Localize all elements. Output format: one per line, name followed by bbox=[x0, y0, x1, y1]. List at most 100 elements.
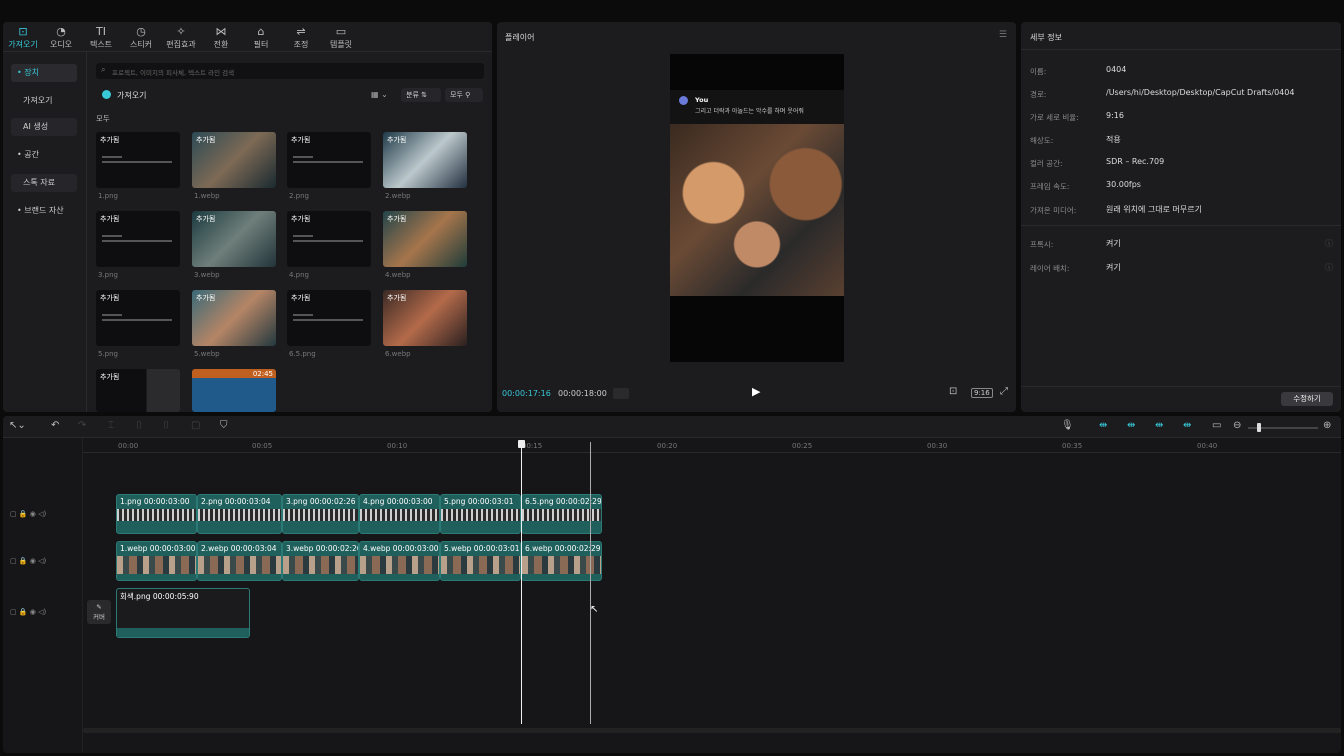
chat-bubble: You 그리고 더락과 아놀드는 악수를 하며 웃어줘 bbox=[670, 90, 844, 124]
tab-effects[interactable]: ✧ 편집효과 bbox=[161, 22, 201, 52]
main-track-icon[interactable]: ⇹ bbox=[1183, 420, 1191, 431]
timeline-clip[interactable]: 4.webp 00:00:03:00 bbox=[359, 541, 440, 581]
timeline-clip[interactable]: 4.png 00:00:03:00 bbox=[359, 494, 440, 534]
filter-icon: ⚲ bbox=[465, 91, 471, 99]
media-item[interactable]: 추가됨 bbox=[287, 132, 371, 188]
view-toggle-icon[interactable]: ▦ ⌄ bbox=[371, 90, 388, 99]
info-icon[interactable]: ⓘ bbox=[1325, 262, 1333, 273]
tab-adjust[interactable]: ⇌ 조정 bbox=[281, 22, 321, 52]
import-button[interactable]: 가져오기 bbox=[117, 90, 146, 101]
zoom-out-icon[interactable]: ⊖ bbox=[1233, 420, 1241, 431]
mouse-cursor-icon: ↖ bbox=[590, 604, 599, 615]
sidebar-item-space[interactable]: • 공간 bbox=[11, 146, 77, 164]
search-input[interactable]: ⌕ 프로젝트, 이미지의 피사체, 텍스트 라인 검색 bbox=[96, 63, 484, 79]
filter-button[interactable]: 모두 ⚲ bbox=[445, 88, 483, 102]
zoom-slider-handle[interactable] bbox=[1257, 423, 1261, 432]
import-add-icon[interactable] bbox=[102, 90, 111, 99]
timeline-clip[interactable]: 1.png 00:00:03:00 bbox=[116, 494, 197, 534]
link-icon[interactable]: ⇹ bbox=[1099, 420, 1107, 431]
timeline-clip[interactable]: 2.png 00:00:03:04 bbox=[197, 494, 282, 534]
media-item[interactable]: 추가됨 bbox=[96, 211, 180, 267]
timeline-clip[interactable]: 3.webp 00:00:02:26 bbox=[282, 541, 359, 581]
avatar bbox=[679, 96, 688, 105]
timeline-clip[interactable]: 2.webp 00:00:03:04 bbox=[197, 541, 282, 581]
split-icon[interactable]: ⌶ bbox=[108, 420, 114, 431]
video-preview[interactable]: You 그리고 더락과 아놀드는 악수를 하며 웃어줘 bbox=[670, 54, 844, 362]
media-item[interactable]: 추가됨 bbox=[96, 290, 180, 346]
fullscreen-icon[interactable]: ⤢ bbox=[1000, 386, 1008, 397]
thumb-content bbox=[102, 156, 172, 166]
media-item[interactable]: 추가됨 bbox=[287, 211, 371, 267]
ratio-button[interactable]: 9:16 bbox=[971, 388, 993, 398]
screenshot-icon[interactable]: ⊡ bbox=[949, 386, 957, 397]
tab-import[interactable]: ⊡ 가져오기 bbox=[3, 22, 43, 52]
timeline-clip[interactable]: 5.png 00:00:03:01 bbox=[440, 494, 521, 534]
playhead-handle[interactable] bbox=[518, 440, 525, 448]
timeline-clip[interactable]: 3.png 00:00:02:26 bbox=[282, 494, 359, 534]
ruler-line bbox=[83, 452, 1341, 453]
info-icon[interactable]: ⓘ bbox=[1325, 238, 1333, 249]
delete-icon[interactable]: ▢ bbox=[191, 420, 200, 431]
sort-icon: ⇅ bbox=[421, 91, 427, 99]
media-item[interactable]: 추가됨 bbox=[192, 132, 276, 188]
caption-icon[interactable]: ▭ bbox=[1212, 420, 1221, 431]
snap-icon[interactable]: ⇹ bbox=[1127, 420, 1135, 431]
shield-icon[interactable]: ⛉ bbox=[220, 420, 228, 431]
media-item[interactable]: 추가됨 bbox=[287, 290, 371, 346]
tab-filter[interactable]: ⌂ 필터 bbox=[241, 22, 281, 52]
track-1-controls[interactable]: ▢ 🔒 ◉ ◁) bbox=[10, 510, 46, 518]
play-button[interactable]: ▶ bbox=[752, 385, 760, 398]
delete-right-icon[interactable]: ⌷ bbox=[163, 420, 169, 431]
waveform-icon[interactable] bbox=[613, 388, 629, 399]
cover-button[interactable]: ✎ 커버 bbox=[87, 600, 111, 624]
proxy-toggle[interactable]: 켜기 bbox=[1106, 238, 1121, 249]
select-tool-icon[interactable]: ↖⌄ bbox=[9, 420, 26, 431]
track-3-controls[interactable]: ▢ 🔒 ◉ ◁) bbox=[10, 608, 46, 616]
player-panel: 플레이어 ☰ You 그리고 더락과 아놀드는 악수를 하며 웃어줘 00:00… bbox=[497, 22, 1016, 412]
tab-sticker[interactable]: ◷ 스티커 bbox=[121, 22, 161, 52]
horizontal-scrollbar[interactable] bbox=[83, 728, 1341, 733]
video-frame bbox=[670, 124, 844, 296]
tab-template[interactable]: ▭ 템플릿 bbox=[321, 22, 361, 52]
undo-icon[interactable]: ↶ bbox=[51, 420, 59, 431]
adjust-icon: ⇌ bbox=[296, 25, 306, 38]
resolution-value: 적용 bbox=[1106, 135, 1121, 144]
track-2-controls[interactable]: ▢ 🔒 ◉ ◁) bbox=[10, 557, 46, 565]
timeline-clip[interactable]: 1.webp 00:00:03:00 bbox=[116, 541, 197, 581]
thumb-content bbox=[293, 314, 363, 324]
modify-button[interactable]: 수정하기 bbox=[1281, 392, 1333, 406]
tab-audio[interactable]: ◔ 오디오 bbox=[41, 22, 81, 52]
media-item[interactable]: 추가됨 bbox=[192, 290, 276, 346]
media-item[interactable]: 추가됨 bbox=[96, 369, 180, 412]
timeline-clip[interactable]: 회색.png 00:00:05:90 bbox=[116, 588, 250, 638]
sidebar-item-ai[interactable]: AI 생성 bbox=[11, 118, 77, 136]
sort-button[interactable]: 분류 ⇅ bbox=[401, 88, 441, 102]
menu-icon[interactable]: ☰ bbox=[999, 30, 1007, 40]
microphone-icon[interactable]: 🎙 bbox=[1061, 420, 1074, 431]
sidebar-item-stock[interactable]: 스톡 자료 bbox=[11, 174, 77, 192]
media-item[interactable]: 추가됨 bbox=[383, 132, 467, 188]
zoom-in-icon[interactable]: ⊕ bbox=[1323, 420, 1331, 431]
media-item[interactable]: 추가됨 bbox=[383, 290, 467, 346]
delete-left-icon[interactable]: ⌷ bbox=[136, 420, 142, 431]
timeline-clip[interactable]: 5.webp 00:00:03:01 bbox=[440, 541, 521, 581]
total-time: 00:00:18:00 bbox=[558, 389, 607, 398]
media-item[interactable]: 추가됨 bbox=[383, 211, 467, 267]
ratio-value: 9:16 bbox=[1106, 111, 1124, 120]
media-item[interactable]: 추가됨 bbox=[192, 211, 276, 267]
layer-toggle[interactable]: 켜기 bbox=[1106, 262, 1121, 273]
sidebar-item-import[interactable]: 가져오기 bbox=[11, 92, 77, 110]
name-value: 0404 bbox=[1106, 65, 1127, 74]
imported-media-value: 원래 위치에 그대로 머무르기 bbox=[1106, 205, 1202, 214]
tab-text[interactable]: TI 텍스트 bbox=[81, 22, 121, 52]
details-panel: 세부 정보 이름: 0404 경로: /Users/hi/Desktop/Des… bbox=[1021, 22, 1341, 412]
sidebar-item-device[interactable]: • 장치 bbox=[11, 64, 77, 82]
tab-transition[interactable]: ⋈ 전환 bbox=[201, 22, 241, 52]
redo-icon[interactable]: ↷ bbox=[78, 420, 86, 431]
filter-icon: ⌂ bbox=[257, 25, 265, 38]
preview-axis-icon[interactable]: ⇹ bbox=[1155, 420, 1163, 431]
sidebar-item-brand[interactable]: • 브랜드 자산 bbox=[11, 202, 77, 220]
media-item[interactable]: 추가됨 bbox=[96, 132, 180, 188]
playhead[interactable] bbox=[521, 442, 522, 724]
media-item[interactable]: 02:45 bbox=[192, 369, 276, 412]
